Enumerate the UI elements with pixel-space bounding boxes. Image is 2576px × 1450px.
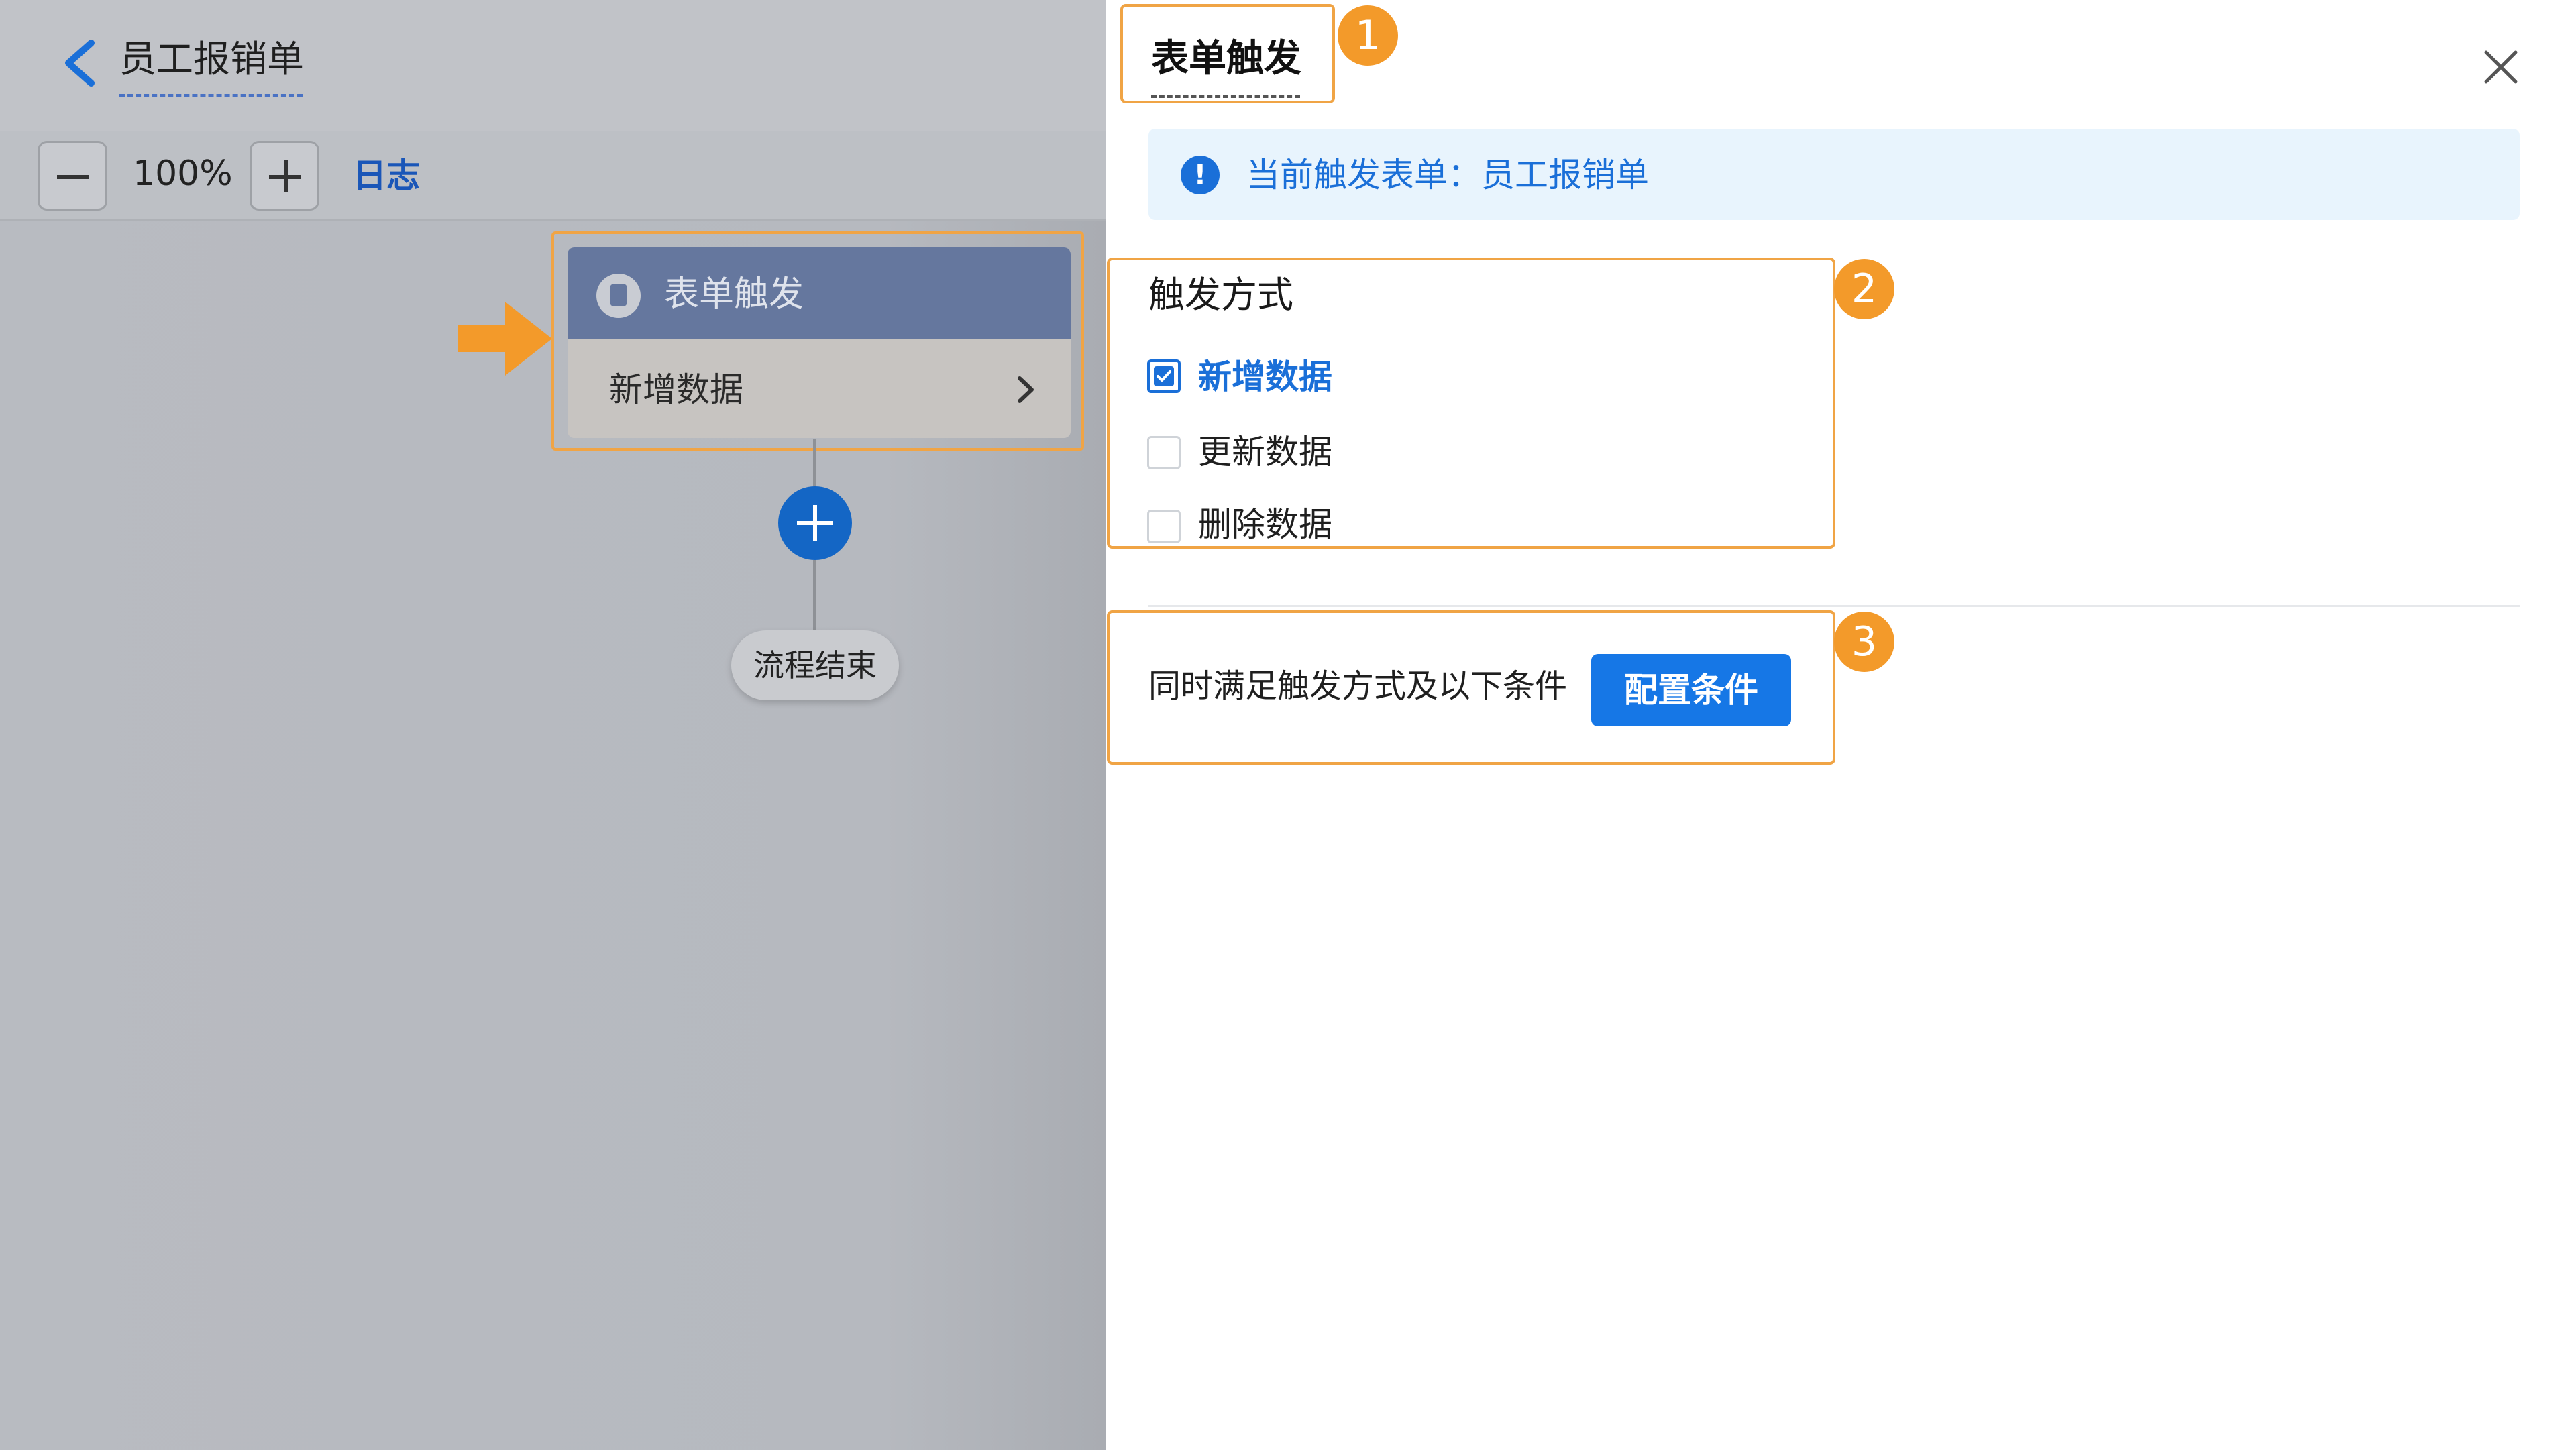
trigger-method-label: 触发方式 (1148, 274, 1293, 316)
option-add-data[interactable]: 新增数据 (1198, 354, 1332, 400)
chevron-right-icon (1018, 376, 1034, 403)
log-link[interactable]: 日志 (353, 153, 420, 199)
trigger-node-header[interactable] (568, 247, 1071, 339)
trigger-node-title: 表单触发 (664, 274, 804, 315)
zoom-level: 100% (133, 154, 233, 194)
flow-canvas: 员工报销单 100% 日志 表单触发 新增数据 流程结束 (0, 0, 1106, 1450)
panel-title-underline (1151, 95, 1300, 98)
info-icon: ! (1181, 156, 1220, 194)
plus-icon-vertical (284, 160, 288, 192)
connector-line (813, 439, 816, 488)
flow-end-node: 流程结束 (731, 630, 899, 700)
add-step-button[interactable] (778, 486, 852, 560)
minus-icon (57, 175, 89, 179)
checkbox-add-data[interactable] (1147, 359, 1181, 393)
info-text: 当前触发表单：员工报销单 (1246, 156, 1649, 194)
section-divider (1148, 605, 2520, 607)
option-delete-data[interactable]: 删除数据 (1198, 502, 1332, 547)
check-icon (1157, 370, 1171, 382)
panel-title[interactable]: 表单触发 (1151, 35, 1301, 83)
connector-line (813, 560, 816, 634)
config-condition-button[interactable]: 配置条件 (1591, 654, 1791, 726)
checkbox-update-data[interactable] (1147, 436, 1181, 469)
condition-text: 同时满足触发方式及以下条件 (1148, 667, 1568, 705)
trigger-node-subtitle: 新增数据 (609, 370, 743, 409)
zoom-out-button[interactable] (38, 141, 107, 211)
flow-end-label: 流程结束 (753, 647, 877, 683)
option-update-data[interactable]: 更新数据 (1198, 429, 1332, 475)
pointer-arrow-icon (458, 302, 552, 376)
badge-1: 1 (1338, 5, 1398, 66)
app-title[interactable]: 员工报销单 (119, 35, 304, 83)
checkbox-delete-data[interactable] (1147, 510, 1181, 543)
badge-2: 2 (1834, 259, 1894, 319)
title-underline (119, 94, 303, 97)
form-doc-icon (596, 274, 641, 318)
close-icon[interactable] (2482, 48, 2520, 86)
back-arrow-icon[interactable] (59, 39, 102, 87)
zoom-in-button[interactable] (250, 141, 319, 211)
badge-3: 3 (1834, 612, 1894, 672)
plus-icon-vertical (813, 505, 817, 541)
